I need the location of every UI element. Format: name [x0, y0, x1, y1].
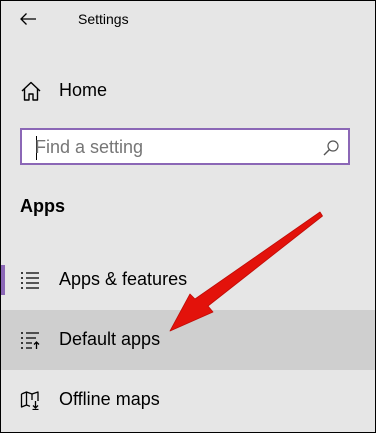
- back-button[interactable]: [13, 7, 43, 31]
- nav-item-default-apps[interactable]: Default apps: [1, 310, 375, 370]
- nav-item-label: Default apps: [59, 329, 161, 349]
- nav-home-label: Home: [59, 80, 108, 100]
- settings-window: Settings Home Apps Apps & features Defau…: [0, 0, 376, 433]
- nav-home[interactable]: Home: [1, 71, 375, 111]
- apps-features-icon: [21, 272, 39, 289]
- nav-item-offline-maps[interactable]: Offline maps: [1, 370, 375, 430]
- nav-item-label: Apps & features: [59, 269, 188, 289]
- home-icon: [21, 81, 41, 101]
- section-title: Apps: [20, 196, 65, 216]
- default-apps-icon: [21, 332, 40, 349]
- search-icon[interactable]: [322, 139, 340, 157]
- active-indicator: [1, 265, 5, 295]
- nav-item-apps-features[interactable]: Apps & features: [1, 250, 375, 310]
- search-box[interactable]: [20, 128, 350, 165]
- title-bar: Settings: [1, 1, 375, 39]
- search-input[interactable]: [35, 134, 325, 160]
- nav-item-label: Offline maps: [59, 389, 160, 409]
- offline-maps-icon: [20, 391, 39, 410]
- window-title: Settings: [78, 11, 129, 27]
- back-arrow-icon: [20, 13, 36, 25]
